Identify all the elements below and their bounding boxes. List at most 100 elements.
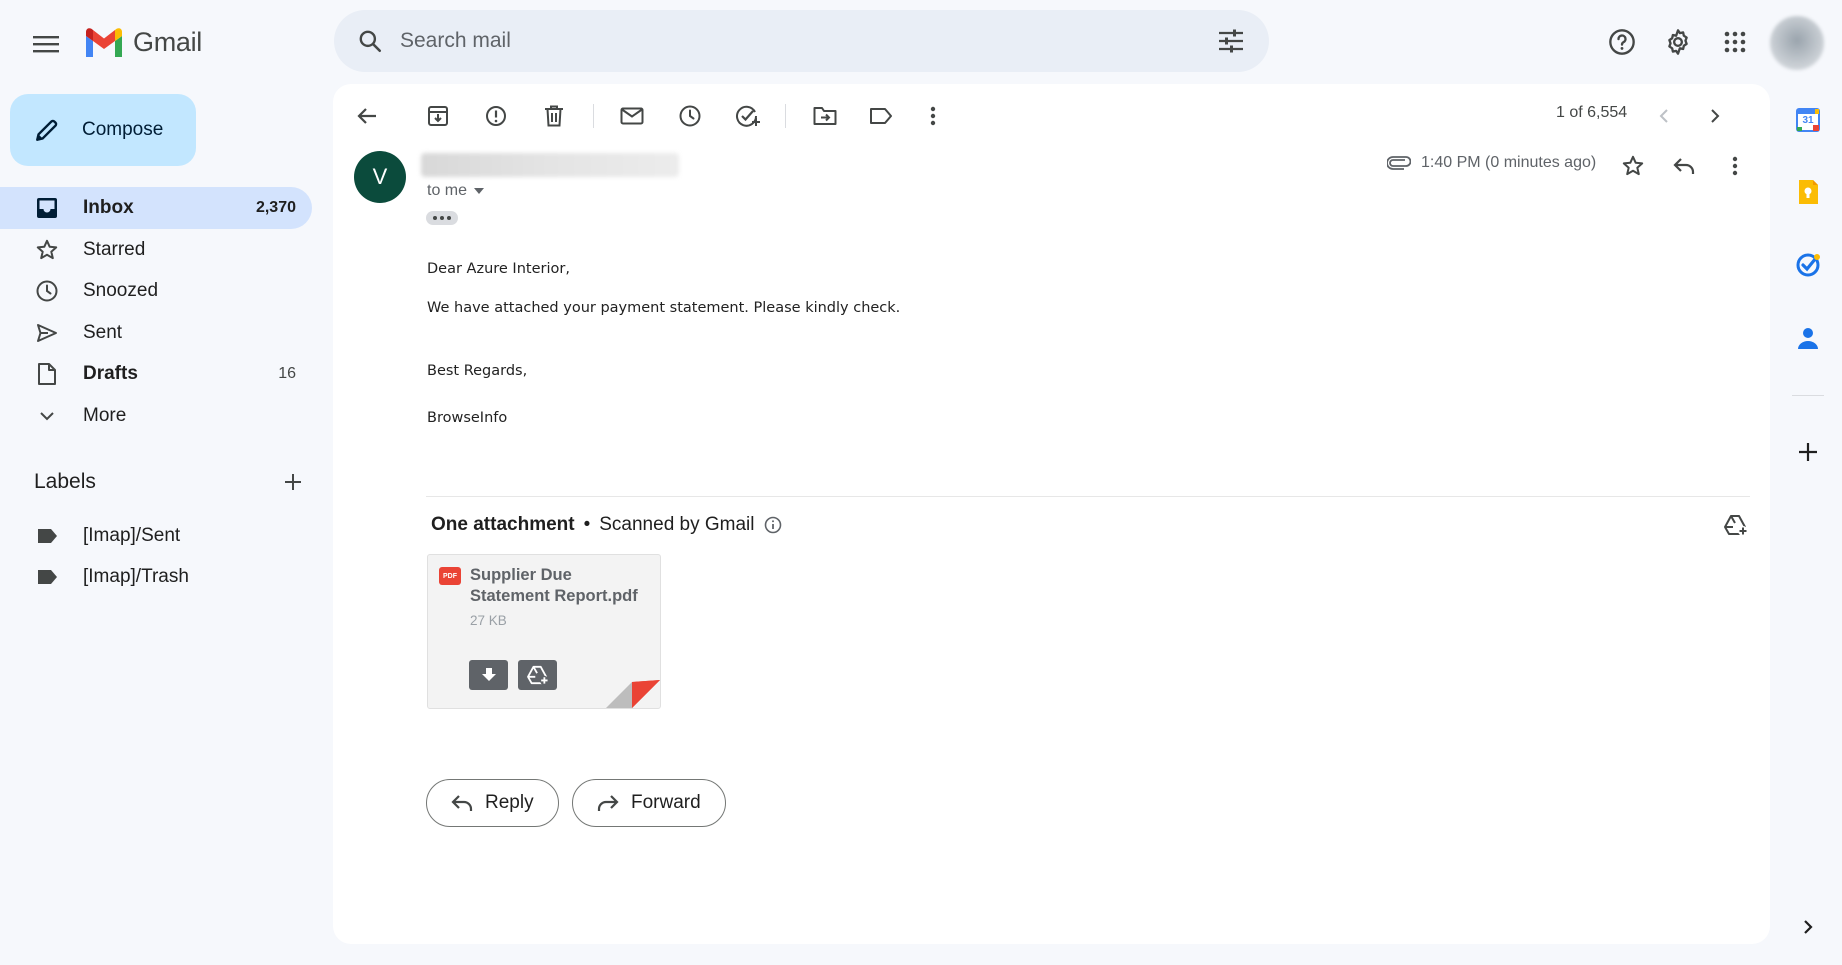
hide-side-panel-button[interactable] [1790,909,1826,945]
newer-button[interactable] [1644,96,1684,136]
keep-app-button[interactable] [1790,174,1826,210]
file-corner-decoration [606,680,660,708]
show-trimmed-content-button[interactable] [426,211,458,225]
compose-button[interactable]: Compose [10,94,196,166]
body-line: We have attached your payment statement.… [427,300,901,316]
reply-icon [1673,157,1695,175]
back-icon [357,107,377,125]
mark-unread-button[interactable] [612,96,652,136]
sender-name-redacted [421,153,679,177]
reply-label: Reply [485,792,534,813]
save-to-drive-button[interactable] [518,660,557,690]
nav-item-sent[interactable]: Sent [0,312,312,354]
info-icon[interactable] [764,516,782,534]
apps-icon [1723,30,1747,54]
search-bar[interactable] [334,10,1269,72]
attachment-size: 27 KB [470,613,507,628]
nav-label: More [83,405,127,426]
label-item-imap-trash[interactable]: [Imap]/Trash [0,556,312,598]
scanned-text: Scanned by Gmail [599,514,755,535]
nav-item-more[interactable]: More [0,395,312,437]
body-greeting: Dear Azure Interior, [427,261,570,277]
delete-icon [544,105,564,127]
gmail-logo[interactable]: Gmail [83,26,202,58]
labels-header: Labels [34,470,302,494]
create-label-button[interactable] [284,473,302,491]
report-spam-button[interactable] [476,96,516,136]
pencil-icon [34,117,60,143]
older-button[interactable] [1695,96,1735,136]
download-attachment-button[interactable] [469,660,508,690]
attachments-header: One attachment • Scanned by Gmail [431,514,782,536]
snooze-icon [678,104,702,128]
body-closing: Best Regards, [427,363,528,379]
star-icon [1621,154,1645,178]
toolbar-divider [593,104,594,128]
reply-icon [451,794,473,812]
nav-label: Sent [83,322,123,343]
nav-label: Snoozed [83,280,159,301]
add-task-icon [735,104,761,128]
move-to-icon [813,106,837,126]
tune-icon[interactable] [1209,19,1253,63]
snooze-button[interactable] [670,96,710,136]
tasks-app-button[interactable] [1790,247,1826,283]
report-spam-icon [485,105,507,127]
toolbar-divider [785,104,786,128]
forward-button[interactable]: Forward [572,779,726,827]
contacts-app-button[interactable] [1790,320,1826,356]
add-all-to-drive-button[interactable] [1716,505,1756,545]
plus-icon [1798,442,1818,462]
delete-button[interactable] [534,96,574,136]
google-apps-button[interactable] [1715,22,1755,62]
account-avatar[interactable] [1770,16,1824,70]
recipient-details-toggle[interactable]: to me [427,182,485,200]
separator-dot: • [583,514,591,535]
settings-button[interactable] [1658,22,1698,62]
message-more-button[interactable] [1715,146,1755,186]
draft-count: 16 [278,365,296,382]
chevron-right-icon [1710,108,1720,124]
forward-label: Forward [631,792,701,813]
get-addons-button[interactable] [1790,434,1826,470]
sender-avatar: V [354,151,406,203]
app-name: Gmail [133,26,203,57]
reply-icon-button[interactable] [1664,146,1704,186]
label-icon [34,564,60,590]
search-icon[interactable] [350,21,390,61]
reply-button[interactable]: Reply [426,779,559,827]
gmail-logo-icon [83,26,125,58]
download-icon [481,667,497,683]
search-input[interactable] [390,29,1209,53]
attachment-filename: Supplier Due Statement Report.pdf [470,566,638,605]
nav-item-snoozed[interactable]: Snoozed [0,270,312,312]
calendar-app-button[interactable]: 31 [1790,102,1826,138]
calendar-icon: 31 [1796,108,1820,132]
more-actions-button[interactable] [913,96,953,136]
pager-text: 1 of 6,554 [1556,104,1628,121]
label-item-imap-sent[interactable]: [Imap]/Sent [0,515,312,557]
more-vert-icon [930,106,936,126]
nav-item-drafts[interactable]: Drafts 16 [0,353,312,395]
time-text: 1:40 PM (0 minutes ago) [1421,154,1597,171]
chevron-right-icon [1803,919,1813,935]
attachment-count: One attachment [431,514,575,535]
label-as-button[interactable] [861,96,901,136]
attachment-card[interactable]: PDF Supplier Due Statement Report.pdf 27… [427,554,661,709]
label-name: [Imap]/Trash [83,566,189,587]
help-button[interactable] [1602,22,1642,62]
archive-button[interactable] [418,96,458,136]
tasks-icon [1795,252,1821,278]
nav-item-starred[interactable]: Starred [0,229,312,271]
back-button[interactable] [347,96,387,136]
add-to-tasks-button[interactable] [728,96,768,136]
move-to-button[interactable] [805,96,845,136]
attachments-divider [426,496,1750,497]
star-message-button[interactable] [1613,146,1653,186]
labels-title: Labels [34,470,96,493]
send-icon [34,320,60,346]
plus-icon [284,473,302,491]
main-menu-button[interactable] [28,26,64,62]
nav-item-inbox[interactable]: Inbox 2,370 [0,187,312,229]
paperclip-icon [1387,156,1411,170]
